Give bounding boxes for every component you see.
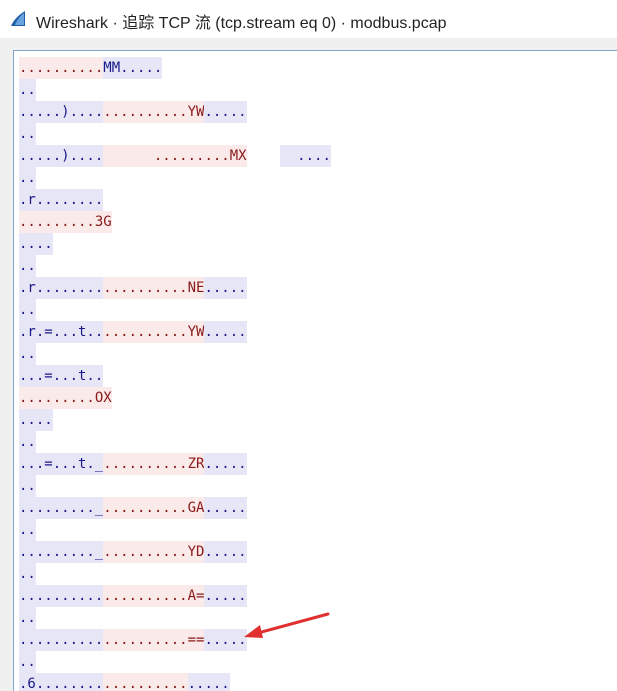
stream-row: ........._ ..........YD..... <box>19 541 331 563</box>
stream-row: .... <box>19 233 331 255</box>
title-bar: Wireshark · 追踪 TCP 流 (tcp.stream eq 0) ·… <box>0 0 617 38</box>
client-data-segment: .. <box>19 79 36 101</box>
server-data-segment: ..........A= <box>103 585 205 607</box>
stream-row: .r........ <box>19 189 331 211</box>
client-data-segment: .... <box>19 409 53 431</box>
spacer-segment <box>247 145 281 167</box>
stream-row: .. <box>19 123 331 145</box>
client-data-segment: .. <box>19 255 36 277</box>
stream-row: .....).... .........MX .... <box>19 145 331 167</box>
client-data-segment: ..... <box>204 277 247 299</box>
client-data-segment: .r........ <box>19 189 104 211</box>
client-data-segment: ..... <box>204 453 247 475</box>
client-data-segment: ..... <box>187 673 230 691</box>
client-data-segment: ..... <box>204 585 247 607</box>
client-data-segment: .6........ <box>19 673 104 691</box>
wireshark-fin-icon <box>11 11 25 26</box>
server-data-segment: ..........YW <box>103 321 205 343</box>
client-data-segment: .... <box>19 233 53 255</box>
client-data-segment: .. <box>19 343 36 365</box>
stream-row: .........3G <box>19 211 331 233</box>
client-data-segment: .. <box>19 651 36 673</box>
server-data-segment: ..........ZR <box>103 453 205 475</box>
stream-row: ...=...t._ ..........ZR..... <box>19 453 331 475</box>
client-data-segment: .... <box>280 145 331 167</box>
window-title: Wireshark · 追踪 TCP 流 (tcp.stream eq 0) ·… <box>36 15 447 32</box>
stream-row: .....).... ..........YW..... <box>19 101 331 123</box>
stream-row: .. <box>19 563 331 585</box>
client-data-segment: ..... <box>204 321 247 343</box>
server-data-segment: .......... <box>19 57 104 79</box>
server-data-segment: .......... <box>103 673 188 691</box>
client-data-segment: .. <box>19 123 36 145</box>
client-data-segment: ...=...t._ <box>19 453 104 475</box>
client-data-segment: ..... <box>204 541 247 563</box>
server-data-segment: ..........== <box>103 629 205 651</box>
server-data-segment: .........MX <box>103 145 247 167</box>
stream-row: .. <box>19 475 331 497</box>
tcp-stream-view[interactable]: .......... MM............).... ..........Y… <box>13 50 617 691</box>
stream-row: .......... ..........A=..... <box>19 585 331 607</box>
client-data-segment: .....).... <box>19 101 104 123</box>
server-data-segment: ..........GA <box>103 497 205 519</box>
stream-row: .........OX <box>19 387 331 409</box>
client-data-segment: MM..... <box>103 57 163 79</box>
server-data-segment: ..........NE <box>103 277 205 299</box>
client-data-segment: .. <box>19 519 36 541</box>
client-data-segment: ..... <box>204 101 247 123</box>
client-data-segment: ........._ <box>19 497 104 519</box>
stream-row: .......... MM..... <box>19 57 331 79</box>
client-data-segment: .. <box>19 167 36 189</box>
server-data-segment: ..........YW <box>103 101 205 123</box>
stream-row: .. <box>19 79 331 101</box>
stream-row: ...=...t.. <box>19 365 331 387</box>
client-data-segment: ...=...t.. <box>19 365 104 387</box>
stream-row: .. <box>19 519 331 541</box>
client-data-segment: ........._ <box>19 541 104 563</box>
client-data-segment: ..... <box>204 497 247 519</box>
stream-row: .. <box>19 343 331 365</box>
stream-row: .. <box>19 255 331 277</box>
client-data-segment: .....).... <box>19 145 104 167</box>
stream-content: .......... MM............).... ..........Y… <box>19 57 331 691</box>
stream-row: .. <box>19 299 331 321</box>
client-data-segment: .r........ <box>19 277 104 299</box>
stream-row: .r.=...t.. ..........YW..... <box>19 321 331 343</box>
stream-row: .. <box>19 651 331 673</box>
stream-row: ........._ ..........GA..... <box>19 497 331 519</box>
server-data-segment: .........OX <box>19 387 112 409</box>
client-data-segment: .. <box>19 431 36 453</box>
annotation-arrow-icon <box>244 612 330 638</box>
stream-row: .... <box>19 409 331 431</box>
stream-row: .. <box>19 431 331 453</box>
client-data-segment: .. <box>19 563 36 585</box>
stream-row: .6....................... <box>19 673 331 691</box>
stream-row: .. <box>19 167 331 189</box>
client-data-segment: .r.=...t.. <box>19 321 104 343</box>
client-data-segment: .. <box>19 299 36 321</box>
stream-row: .r........ ..........NE..... <box>19 277 331 299</box>
server-data-segment: ..........YD <box>103 541 205 563</box>
client-data-segment: .. <box>19 475 36 497</box>
client-data-segment: .......... <box>19 585 104 607</box>
client-data-segment: .......... <box>19 629 104 651</box>
client-data-segment: .. <box>19 607 36 629</box>
server-data-segment: .........3G <box>19 211 112 233</box>
